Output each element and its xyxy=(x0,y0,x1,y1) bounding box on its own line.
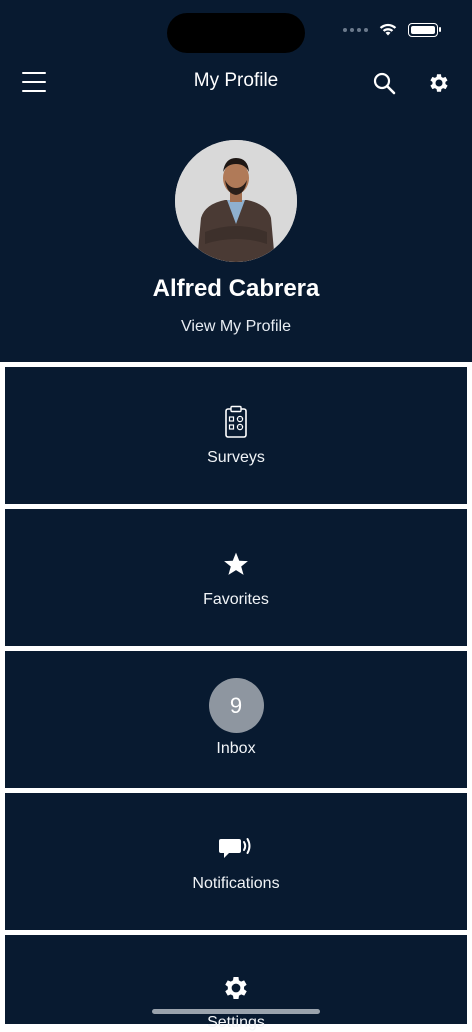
search-icon[interactable] xyxy=(372,71,396,95)
menu-tile-label: Favorites xyxy=(203,591,269,608)
announcement-icon xyxy=(219,838,251,858)
user-name: Alfred Cabrera xyxy=(152,275,320,302)
clipboard-survey-icon xyxy=(225,405,247,438)
avatar[interactable] xyxy=(175,140,297,262)
status-bar-icons xyxy=(343,22,441,37)
menu-tile-favorites[interactable]: Favorites xyxy=(5,509,467,646)
menu-tile-label: Surveys xyxy=(207,449,265,466)
inbox-count-badge: 9 xyxy=(208,678,264,733)
menu-tile-surveys[interactable]: Surveys xyxy=(5,367,467,504)
star-icon xyxy=(224,552,248,575)
menu-tile-label: Notifications xyxy=(192,875,280,892)
battery-icon xyxy=(408,22,441,37)
cellular-signal-icon xyxy=(343,27,368,32)
gear-icon[interactable] xyxy=(427,71,451,95)
menu-tile-label: Inbox xyxy=(216,740,256,757)
menu-tile-inbox[interactable]: 9 Inbox xyxy=(5,651,467,788)
menu-tile-notifications[interactable]: Notifications xyxy=(5,793,467,930)
dynamic-island xyxy=(167,13,305,53)
profile-photo xyxy=(175,140,297,262)
wifi-icon xyxy=(379,23,397,36)
gear-icon xyxy=(225,977,247,999)
view-profile-link[interactable]: View My Profile xyxy=(0,318,472,336)
menu-tile-label: Settings xyxy=(207,1014,265,1031)
page-title: My Profile xyxy=(193,70,279,91)
home-indicator[interactable] xyxy=(152,1009,320,1014)
